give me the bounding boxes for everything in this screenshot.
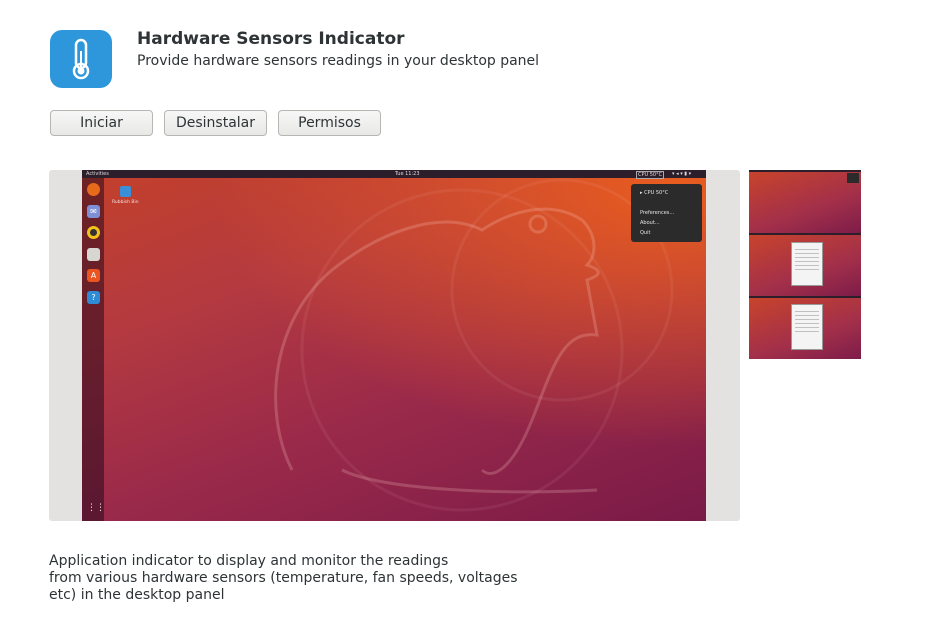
- app-description: Application indicator to display and mon…: [49, 553, 519, 604]
- thumbnail-menu: [847, 173, 859, 183]
- mail-icon: ✉: [87, 205, 100, 218]
- cpu-indicator: CPU 50°C: [636, 171, 665, 179]
- uninstall-button[interactable]: Desinstalar: [164, 110, 267, 136]
- app-thermometer-icon: [50, 30, 112, 88]
- clock-label: Tue 11:23: [395, 171, 420, 177]
- menu-item-quit: Quit: [640, 230, 651, 236]
- thumbnail-window: [791, 242, 823, 286]
- ubuntu-topbar: Activities Tue 11:23 CPU 50°C ▾ ◂ ▾ ▮ ▾: [82, 170, 706, 179]
- firefox-icon: [87, 183, 100, 196]
- rubbish-bin-label: Rubbish Bin: [112, 200, 139, 205]
- menu-reading: ▸ CPU 50°C: [640, 190, 669, 196]
- software-icon: A: [87, 269, 100, 282]
- screenshot-thumbnail-1[interactable]: [749, 170, 861, 233]
- thermometer-icon: [72, 38, 90, 80]
- menu-item-about: About...: [640, 220, 660, 226]
- beaver-wallpaper-graphic: [274, 178, 674, 512]
- thumbnail-topbar: [749, 296, 861, 298]
- launch-button[interactable]: Iniciar: [50, 110, 153, 136]
- app-summary: Provide hardware sensors readings in you…: [137, 53, 540, 69]
- screenshot-thumbnail-3[interactable]: [749, 296, 861, 359]
- files-icon: [87, 248, 100, 261]
- description-line: etc) in the desktop panel: [49, 587, 225, 603]
- help-icon: ?: [87, 291, 100, 304]
- app-grid-icon: ⋮⋮: [87, 503, 105, 513]
- system-tray-icons: ▾ ◂ ▾ ▮ ▾: [672, 171, 692, 177]
- indicator-menu: ▸ CPU 50°C Preferences... About... Quit: [631, 184, 702, 242]
- thumbnail-window: [791, 304, 823, 350]
- main-screenshot[interactable]: Activities Tue 11:23 CPU 50°C ▾ ◂ ▾ ▮ ▾ …: [49, 170, 740, 521]
- activities-label: Activities: [86, 171, 109, 177]
- thumbnail-topbar: [749, 233, 861, 235]
- thumbnail-topbar: [749, 170, 861, 172]
- permissions-button[interactable]: Permisos: [278, 110, 381, 136]
- screenshot-thumbnail-2[interactable]: [749, 233, 861, 296]
- desktop-preview: Activities Tue 11:23 CPU 50°C ▾ ◂ ▾ ▮ ▾ …: [82, 170, 706, 521]
- app-title: Hardware Sensors Indicator: [137, 29, 405, 49]
- music-icon: [87, 226, 100, 239]
- menu-item-preferences: Preferences...: [640, 210, 675, 216]
- rubbish-bin-icon: [120, 186, 131, 197]
- description-line: Application indicator to display and mon…: [49, 553, 449, 569]
- description-line: from various hardware sensors (temperatu…: [49, 570, 518, 586]
- dock: ✉ A ? ⋮⋮: [82, 178, 105, 521]
